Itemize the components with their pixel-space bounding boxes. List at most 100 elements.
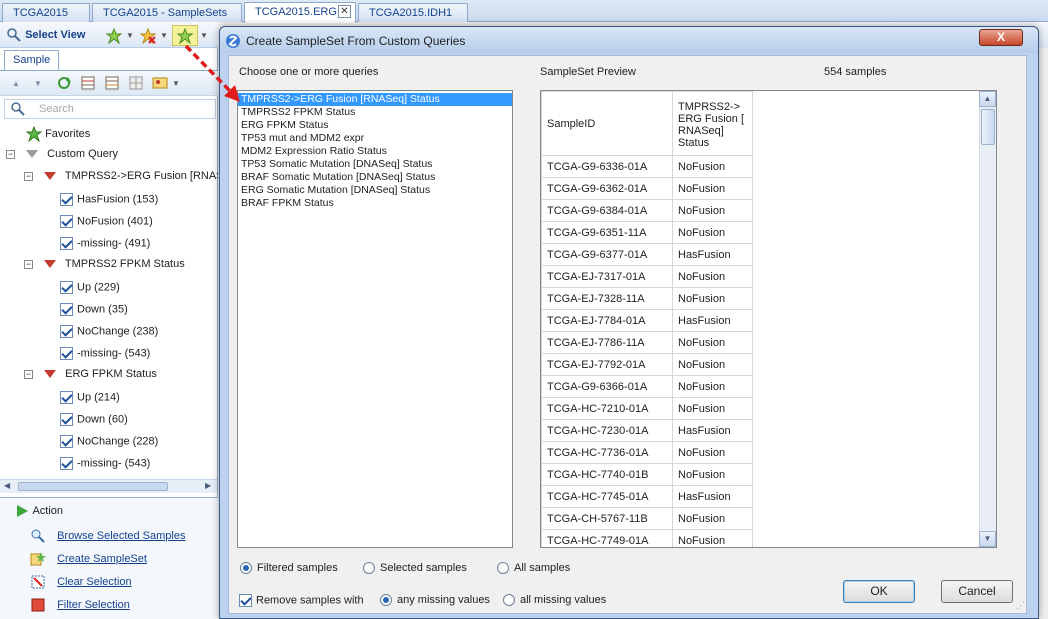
table-row[interactable]: TCGA-EJ-7792-01A NoFusion <box>541 353 753 376</box>
tree-item[interactable]: Up (214) <box>60 391 120 413</box>
chevron-down-icon[interactable]: ▼ <box>172 79 180 88</box>
sample-id-cell[interactable]: TCGA-HC-7749-01A <box>541 529 673 547</box>
sample-id-cell[interactable]: TCGA-G9-6366-01A <box>541 375 673 398</box>
tree-group[interactable]: − TMPRSS2->ERG Fusion [RNASeq] <box>24 170 218 192</box>
close-tab-icon[interactable]: ✕ <box>338 5 351 18</box>
chevron-down-icon[interactable]: ▼ <box>126 31 134 40</box>
tree-item[interactable]: -missing- (491) <box>60 237 150 259</box>
ok-button[interactable]: OK <box>843 580 915 603</box>
select-view-button[interactable]: Select View <box>6 27 85 45</box>
sample-id-cell[interactable]: TCGA-EJ-7328-11A <box>541 287 673 310</box>
table-edit-icon[interactable] <box>104 75 120 91</box>
column-header-status[interactable]: TMPRSS2-> ERG Fusion [ RNASeq] Status <box>672 91 753 156</box>
collapse-icon[interactable]: − <box>6 149 15 159</box>
table-row[interactable]: TCGA-HC-7230-01A HasFusion <box>541 419 753 442</box>
tree-item[interactable]: Down (35) <box>60 303 128 325</box>
table-row[interactable]: TCGA-EJ-7317-01A NoFusion <box>541 265 753 288</box>
tree-item[interactable]: Up (229) <box>60 281 120 303</box>
checkbox[interactable] <box>60 391 73 404</box>
status-cell[interactable]: NoFusion <box>672 265 753 288</box>
remove-star-icon[interactable] <box>139 27 157 45</box>
arrow-up-icon[interactable]: ▲ <box>12 79 20 88</box>
query-item[interactable]: BRAF Somatic Mutation [DNASeq] Status <box>238 171 512 184</box>
checkbox[interactable] <box>60 237 73 250</box>
browse-selected-samples-link[interactable]: Browse Selected Samples <box>30 528 185 544</box>
table-row[interactable]: TCGA-G9-6362-01A NoFusion <box>541 177 753 200</box>
query-listbox[interactable]: TMPRSS2->ERG Fusion [RNASeq] Status TMPR… <box>237 90 513 548</box>
status-cell[interactable]: NoFusion <box>672 375 753 398</box>
status-cell[interactable]: HasFusion <box>672 243 753 266</box>
tab-tcga2015-samplesets[interactable]: TCGA2015 - SampleSets <box>92 3 242 22</box>
table-row[interactable]: TCGA-EJ-7786-11A NoFusion <box>541 331 753 354</box>
scroll-up-icon[interactable]: ▲ <box>979 91 996 107</box>
checkbox[interactable] <box>60 325 73 338</box>
query-item[interactable]: MDM2 Expression Ratio Status <box>238 145 512 158</box>
tree-item[interactable]: HasFusion (153) <box>60 193 158 215</box>
tree-group[interactable]: − ERG FPKM Status <box>24 368 157 390</box>
query-item[interactable]: TP53 Somatic Mutation [DNASeq] Status <box>238 158 512 171</box>
checkbox[interactable] <box>60 193 73 206</box>
table-row[interactable]: TCGA-G9-6351-11A NoFusion <box>541 221 753 244</box>
table-row[interactable]: TCGA-G9-6384-01A NoFusion <box>541 199 753 222</box>
status-cell[interactable]: NoFusion <box>672 177 753 200</box>
tree-custom-query[interactable]: − Custom Query <box>6 148 118 170</box>
table-row[interactable]: TCGA-HC-7749-01A NoFusion <box>541 529 753 547</box>
tree-item[interactable]: NoChange (228) <box>60 435 158 457</box>
radio-all-samples[interactable]: All samples <box>497 562 570 575</box>
checkbox[interactable] <box>60 215 73 228</box>
query-item[interactable]: TMPRSS2 FPKM Status <box>238 106 512 119</box>
vertical-scrollbar[interactable]: ▲ ▼ <box>979 91 996 547</box>
collapse-icon[interactable]: − <box>24 259 33 269</box>
status-cell[interactable]: HasFusion <box>672 419 753 442</box>
tree-favorites[interactable]: Favorites <box>25 125 90 148</box>
action-header[interactable]: Action <box>14 503 63 519</box>
table-row[interactable]: TCGA-G9-6336-01A NoFusion <box>541 155 753 178</box>
sample-id-cell[interactable]: TCGA-HC-7230-01A <box>541 419 673 442</box>
sample-id-cell[interactable]: TCGA-HC-7745-01A <box>541 485 673 508</box>
radio-any-missing[interactable]: any missing values <box>380 594 490 607</box>
sample-id-cell[interactable]: TCGA-HC-7736-01A <box>541 441 673 464</box>
sample-id-cell[interactable]: TCGA-EJ-7792-01A <box>541 353 673 376</box>
status-cell[interactable]: NoFusion <box>672 441 753 464</box>
status-cell[interactable]: NoFusion <box>672 397 753 420</box>
column-header-sampleid[interactable]: SampleID <box>541 91 673 156</box>
checkbox[interactable] <box>60 347 73 360</box>
tree-group[interactable]: − TMPRSS2 FPKM Status <box>24 258 185 280</box>
status-cell[interactable]: HasFusion <box>672 309 753 332</box>
status-cell[interactable]: NoFusion <box>672 529 753 547</box>
sample-id-cell[interactable]: TCGA-EJ-7786-11A <box>541 331 673 354</box>
chevron-down-icon[interactable]: ▼ <box>160 31 168 40</box>
collapse-icon[interactable]: − <box>24 369 33 379</box>
status-cell[interactable]: NoFusion <box>672 199 753 222</box>
sample-id-cell[interactable]: TCGA-G9-6377-01A <box>541 243 673 266</box>
tree-item[interactable]: NoFusion (401) <box>60 215 153 237</box>
create-sampleset-link[interactable]: Create SampleSet <box>30 551 147 567</box>
checkbox[interactable] <box>60 413 73 426</box>
tree-item[interactable]: -missing- (543) <box>60 457 150 479</box>
table-row[interactable]: TCGA-HC-7745-01A HasFusion <box>541 485 753 508</box>
scroll-left-icon[interactable]: ◀ <box>4 481 10 490</box>
table-row[interactable]: TCGA-EJ-7784-01A HasFusion <box>541 309 753 332</box>
scroll-down-icon[interactable]: ▼ <box>979 531 996 547</box>
table-row[interactable]: TCGA-G9-6377-01A HasFusion <box>541 243 753 266</box>
tree-item[interactable]: Down (60) <box>60 413 128 435</box>
radio-filtered-samples[interactable]: Filtered samples <box>240 562 338 575</box>
status-cell[interactable]: NoFusion <box>672 353 753 376</box>
table-row[interactable]: TCGA-HC-7210-01A NoFusion <box>541 397 753 420</box>
tree-item[interactable]: -missing- (543) <box>60 347 150 369</box>
query-item[interactable]: ERG FPKM Status <box>238 119 512 132</box>
status-cell[interactable]: NoFusion <box>672 463 753 486</box>
status-cell[interactable]: NoFusion <box>672 287 753 310</box>
arrow-down-icon[interactable]: ▼ <box>34 79 42 88</box>
remove-samples-checkbox[interactable]: Remove samples with <box>239 594 364 607</box>
clear-selection-link[interactable]: Clear Selection <box>30 574 132 590</box>
checkbox[interactable] <box>60 435 73 448</box>
checkbox[interactable] <box>239 594 252 607</box>
table-row[interactable]: TCGA-HC-7740-01B NoFusion <box>541 463 753 486</box>
scroll-right-icon[interactable]: ▶ <box>205 481 211 490</box>
horizontal-scrollbar[interactable]: ◀ ▶ <box>0 479 217 493</box>
filter-selection-link[interactable]: Filter Selection <box>30 597 130 613</box>
image-icon[interactable] <box>152 75 168 91</box>
query-item[interactable]: TMPRSS2->ERG Fusion [RNASeq] Status <box>238 93 512 106</box>
radio-selected-samples[interactable]: Selected samples <box>363 562 467 575</box>
